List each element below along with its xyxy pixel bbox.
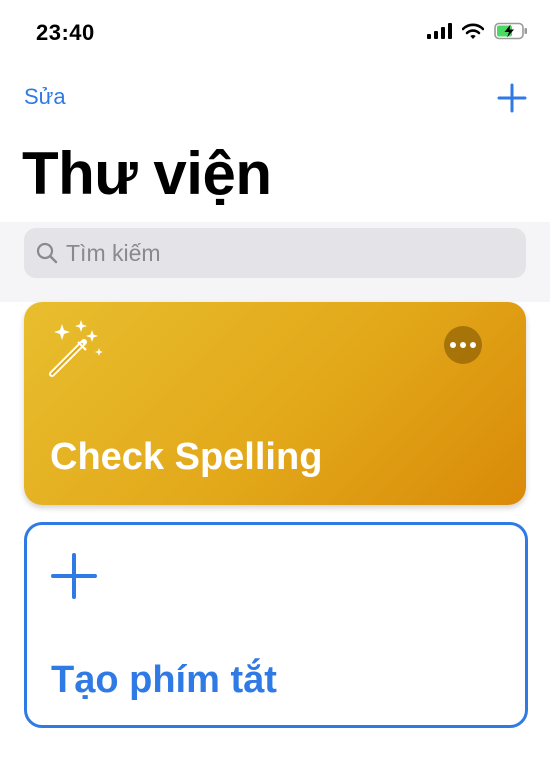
plus-icon <box>51 553 97 599</box>
battery-charging-icon <box>494 22 527 40</box>
wifi-icon <box>462 23 484 39</box>
create-shortcut-label: Tạo phím tắt <box>51 659 277 701</box>
magic-wand-icon <box>49 320 103 377</box>
status-icons <box>427 22 528 40</box>
shortcut-card-check-spelling[interactable]: Check Spelling <box>24 302 526 505</box>
search-field[interactable]: Tìm kiếm <box>24 228 526 278</box>
create-shortcut-card[interactable]: Tạo phím tắt <box>24 522 528 728</box>
more-dot <box>450 342 456 348</box>
more-dot <box>470 342 476 348</box>
status-time: 23:40 <box>36 20 95 45</box>
search-input[interactable]: Tìm kiếm <box>66 240 161 267</box>
search-icon <box>36 242 58 264</box>
page-title: Thư viện <box>22 140 272 207</box>
add-shortcut-icon[interactable] <box>494 80 530 116</box>
edit-button[interactable]: Sửa <box>24 84 66 110</box>
more-dot <box>460 342 466 348</box>
cellular-signal-icon <box>427 23 452 39</box>
status-bar: 23:40 <box>0 0 550 66</box>
more-options-button[interactable] <box>444 326 482 364</box>
shortcut-title: Check Spelling <box>50 436 323 478</box>
